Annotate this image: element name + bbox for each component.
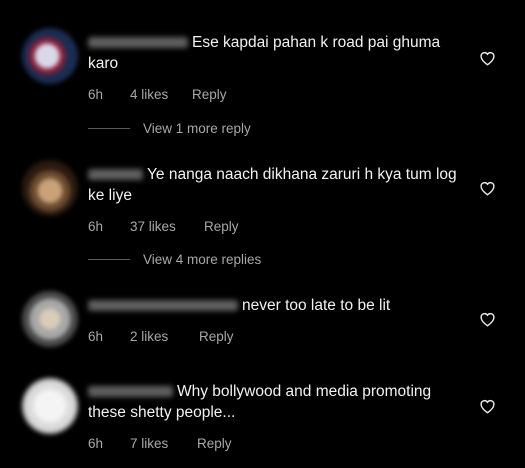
avatar[interactable]	[22, 28, 78, 84]
comment-username[interactable]	[88, 169, 143, 181]
view-more-replies[interactable]: View 4 more replies	[88, 252, 261, 267]
reply-button[interactable]: Reply	[204, 219, 239, 234]
comment-meta: 6h 7 likes Reply	[88, 436, 458, 451]
view-replies-label[interactable]: View 1 more reply	[143, 121, 251, 136]
comment-text-block: never too late to be lit	[88, 295, 458, 316]
comment-username[interactable]	[88, 300, 238, 312]
comment-text: never too late to be lit	[242, 297, 391, 314]
comment-text: Ye nanga naach dikhana zaruri h kya tum …	[88, 166, 457, 204]
avatar[interactable]	[22, 160, 78, 216]
comment-meta: 6h 4 likes Reply	[88, 87, 458, 102]
heart-outline-icon[interactable]	[479, 398, 496, 414]
comment-time: 6h	[88, 219, 104, 234]
comment-time: 6h	[88, 436, 104, 451]
comment-time: 6h	[88, 329, 104, 344]
comment-likes[interactable]: 37 likes	[130, 219, 204, 234]
comment-likes[interactable]: 7 likes	[130, 436, 197, 451]
comment-text-block: Ye nanga naach dikhana zaruri h kya tum …	[88, 164, 458, 206]
comment-text-block: Ese kapdai pahan k road pai ghuma karo	[88, 32, 458, 74]
reply-button[interactable]: Reply	[199, 329, 234, 344]
reply-button[interactable]: Reply	[197, 436, 232, 451]
comment-meta: 6h 2 likes Reply	[88, 329, 458, 344]
heart-outline-icon[interactable]	[479, 180, 496, 196]
comment-username[interactable]	[88, 386, 173, 398]
comment-meta: 6h 37 likes Reply	[88, 219, 458, 234]
comment-time: 6h	[88, 87, 104, 102]
avatar[interactable]	[22, 291, 78, 347]
comment-username[interactable]	[88, 37, 188, 49]
heart-outline-icon[interactable]	[479, 50, 496, 66]
comment-text-block: Why bollywood and media promoting these …	[88, 381, 458, 423]
avatar[interactable]	[22, 378, 78, 434]
view-more-replies[interactable]: View 1 more reply	[88, 121, 251, 136]
divider-line	[88, 259, 130, 260]
comment-likes[interactable]: 4 likes	[130, 87, 192, 102]
view-replies-label[interactable]: View 4 more replies	[143, 252, 261, 267]
reply-button[interactable]: Reply	[192, 87, 227, 102]
heart-outline-icon[interactable]	[479, 311, 496, 327]
comment-likes[interactable]: 2 likes	[130, 329, 199, 344]
divider-line	[88, 128, 130, 129]
